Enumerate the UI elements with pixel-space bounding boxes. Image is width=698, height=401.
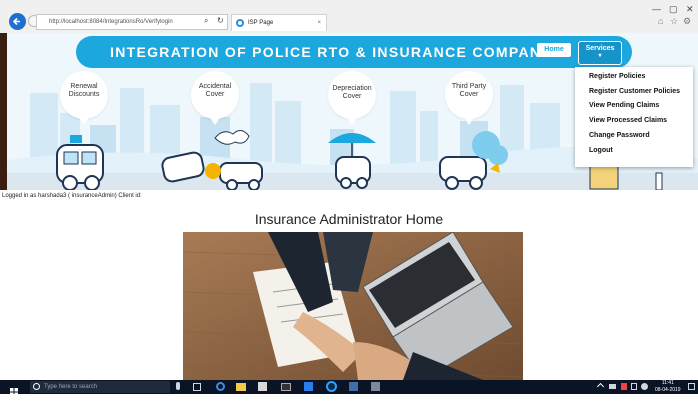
bubble-label: Accidental Cover [198,83,232,98]
menu-item-logout[interactable]: Logout [589,147,613,154]
ie-tab-icon [236,19,244,27]
favorites-icon[interactable]: ☆ [670,16,678,27]
maximize-button[interactable]: ▢ [669,4,678,15]
app-icon-blue[interactable] [304,382,313,391]
handshake-photo-illustration [183,232,523,380]
back-arrow-icon [12,17,20,26]
bubble-label: Third Party Cover [451,83,487,98]
address-text: http://localhost:8084/IntegrationsRo/Ver… [49,19,173,25]
clock-time: 11:41 [661,380,674,386]
home-button[interactable]: Home [537,43,571,57]
menu-item-change-password[interactable]: Change Password [589,132,650,139]
app-icon-netbeans[interactable] [349,382,358,391]
back-button[interactable] [9,13,26,30]
services-dropdown-menu: Register Policies Register Customer Poli… [575,67,693,167]
windows-start-icon[interactable] [10,383,18,396]
menu-item-register-customer-policies[interactable]: Register Customer Policies [589,88,680,95]
menu-item-view-pending-claims[interactable]: View Pending Claims [589,102,659,109]
bubble-tail [346,116,358,125]
bubble-accidental-cover: Accidental Cover [191,71,239,119]
page-heading: Insurance Administrator Home [254,211,444,227]
taskbar-clock[interactable]: 11:41 08-04-2019 [655,380,681,394]
bubble-tail [209,116,221,125]
chevron-down-icon: ▾ [598,53,602,59]
store-icon[interactable] [258,382,267,391]
terminal-icon[interactable] [281,383,291,391]
site-title: INTEGRATION OF POLICE RTO & INSURANCE CO… [110,44,552,60]
notification-icon[interactable] [688,383,695,390]
taskbar-search-placeholder: Type here to search [44,384,98,390]
tab-title: ISP Page [248,20,274,26]
close-window-button[interactable]: ✕ [686,4,694,15]
internet-explorer-icon[interactable] [326,381,337,392]
bubble-tail [78,116,90,125]
bubble-renewal-discounts: Renewal Discounts [60,71,108,119]
minimize-button[interactable]: — [652,4,661,14]
address-bar[interactable]: http://localhost:8084/IntegrationsRo/Ver… [36,14,228,30]
search-icon [33,383,40,390]
home-icon[interactable]: ⌂ [658,16,663,26]
taskbar-search-input[interactable]: Type here to search [30,381,170,393]
tab-close-icon[interactable]: × [317,15,321,31]
refresh-icon[interactable]: ↻ [217,16,224,25]
bubble-label: Renewal Discounts [68,83,100,98]
services-button[interactable]: Services ▾ [578,41,622,65]
menu-item-view-processed-claims[interactable]: View Processed Claims [589,117,667,124]
logged-in-status: Logged in as harshada3 ( insuranceAdmin)… [2,193,142,199]
system-tray-icons[interactable] [596,382,650,392]
bubble-third-party-cover: Third Party Cover [445,71,493,119]
services-label: Services [585,45,615,52]
left-edge-strip [0,33,7,190]
search-icon[interactable]: ⌕ [204,16,208,26]
business-handshake-photo [183,232,523,380]
settings-icon[interactable]: ⚙ [683,16,691,27]
microphone-icon[interactable] [176,382,180,390]
file-explorer-icon[interactable] [236,383,246,391]
edge-icon[interactable] [216,382,225,391]
tab-isp-page[interactable]: ISP Page × [231,14,327,31]
bubble-depreciation-cover: Depreciation Cover [328,71,376,119]
menu-item-register-policies[interactable]: Register Policies [589,73,645,80]
bubble-tail [463,116,475,125]
task-view-icon[interactable] [193,383,201,391]
app-icon-tools[interactable] [371,382,380,391]
clock-date: 08-04-2019 [655,387,681,393]
bubble-label: Depreciation Cover [332,85,372,100]
